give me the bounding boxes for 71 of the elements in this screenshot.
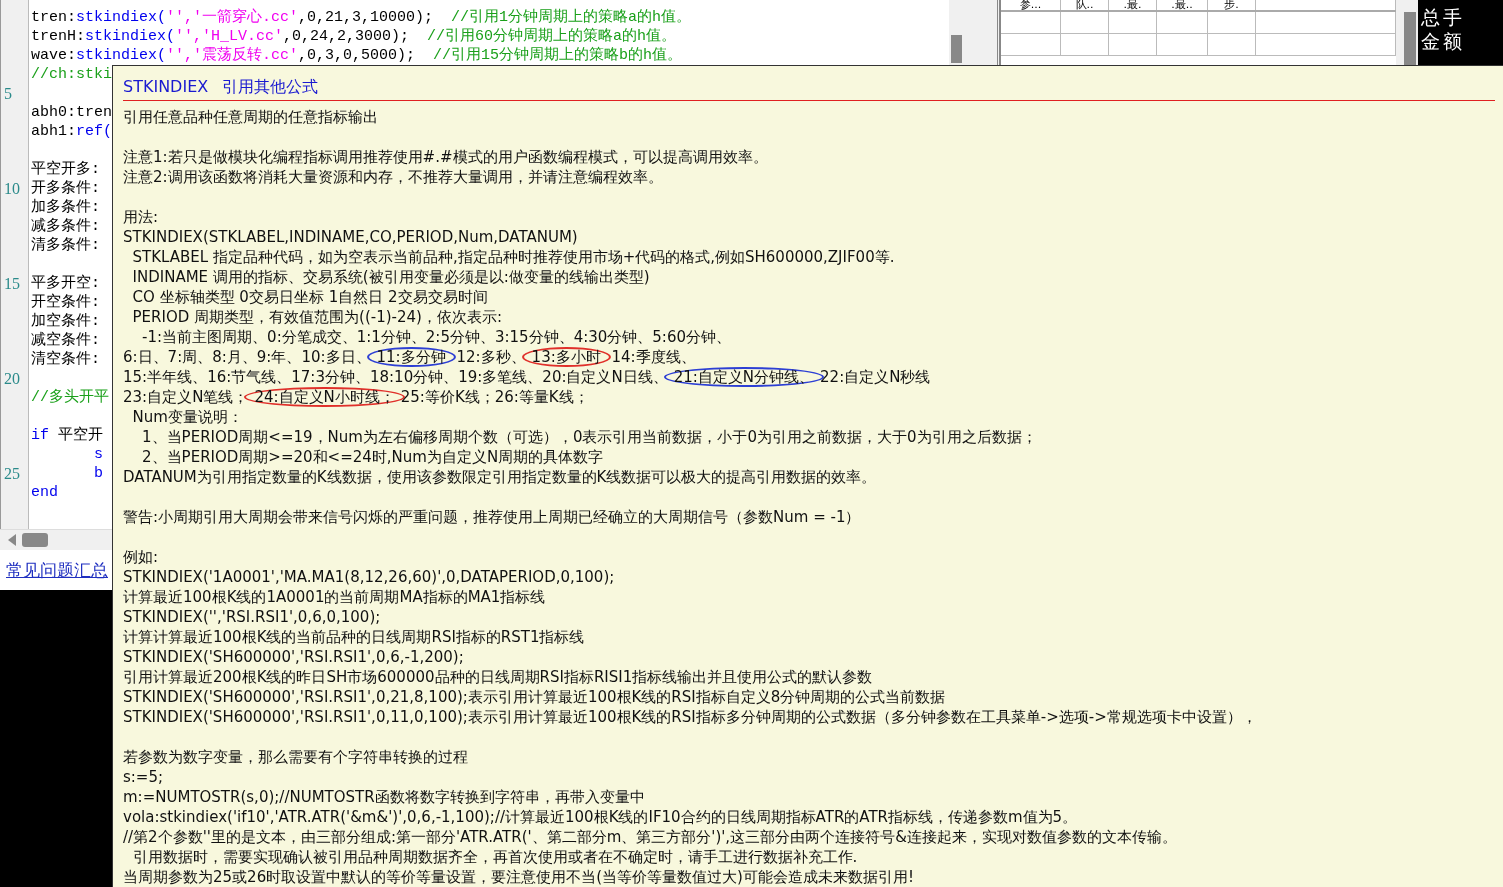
code-line: end <box>31 483 58 502</box>
code-line: 平多开空: <box>31 274 100 293</box>
help-text: 1、当PERIOD周期<=19，Num为左右偏移周期个数（可选），0表示引用当前数据，小于0为引用之前数据，大于0为引用之后数据； <box>141 427 1038 447</box>
help-text: 引用数据时，需要实现确认被引用品种周期数据齐全，再首次使用或者在不确定时，请手工进行数据补充工作. <box>131 847 859 867</box>
code-line: 减空条件: <box>31 331 100 350</box>
help-text: 15:半年线、16:节气线、17:3分钟、18:10分钟、19:多笔线、20:自定义N日线、 <box>123 368 668 386</box>
help-text: STKINDIEX('','RSI.RSI1',0,6,0,100); <box>123 607 382 627</box>
help-text: STKINDIEX('1A0001','MA.MA1(8,12,26,60)',0,DATAPERIOD,0,100); <box>123 567 616 587</box>
line-number: 20 <box>3 369 21 388</box>
scroll-thumb[interactable] <box>22 533 48 547</box>
code-line: s <box>93 445 103 464</box>
line-number: 25 <box>3 464 21 483</box>
help-text: -1:当前主图周期、0:分笔成交、1:1分钟、2:5分钟、3:15分钟、4:30分钟、5:60分钟、 <box>141 327 732 347</box>
help-text: vola:stkindiex('if10','ATR.ATR('&m&')',0,6,-1,100);//计算最近100根K线的IF10合约的日线周期指标ATR的ATR指标线，传递参数m值为5。 <box>123 807 1079 827</box>
code-line: b <box>93 464 103 483</box>
help-text: 当周期参数为25或26时取设置中默认的等价等量设置，要注意使用不当(当等价等量数值过大)可能会造成未来数据引用! <box>123 867 915 887</box>
help-text: 2、当PERIOD周期>=20和<=24时,Num为自定义N周期的具体数字 <box>141 447 605 467</box>
column-header: .最.. <box>1157 0 1208 10</box>
code-line: trenH:stkindiex('','H_LV.cc',0,24,2,3000); //引用60分钟周期上的策略a的h值。 <box>31 27 677 46</box>
code-line: 清空条件: <box>31 350 100 369</box>
help-text: 例如: <box>123 547 160 567</box>
code-line: wave:stkindiex('','震荡反转.cc',0,3,0,5000); //引用15分钟周期上的策略b的h值。 <box>31 46 683 65</box>
line-number: 15 <box>3 274 21 293</box>
help-text: 注意2:调用该函数将消耗大量资源和内存，不推荐大量调用，并请注意编程效率。 <box>123 167 664 187</box>
column-header: 队.. <box>1061 0 1109 10</box>
faq-link[interactable]: 常见问题汇总 <box>6 558 108 582</box>
help-text: INDINAME 调用的指标、交易系统(被引用变量必须是以:做变量的线输出类型) <box>131 267 651 287</box>
code-line: abh0:tren <box>31 103 112 122</box>
help-text: 引用任意品种任意周期的任意指标输出 <box>123 107 379 127</box>
code-line: if 平空开 <box>31 426 104 445</box>
code-line: 开多条件: <box>31 179 100 198</box>
function-name: STKINDIEX <box>123 76 209 98</box>
help-text: STKINDIEX(STKLABEL,INDINAME,CO,PERIOD,Num,DATANUM) <box>123 227 579 247</box>
code-line: 加多条件: <box>31 198 100 217</box>
help-text: 14:季度线、 <box>610 348 696 366</box>
code-line: 平空开多: <box>31 160 100 179</box>
code-line: 减多条件: <box>31 217 100 236</box>
help-text: //第2个参数''里的是文本，由三部分组成:第一部分'ATR.ATR('、第二部分m、第三方部分')',这三部分由两个连接符号&连接起来，实现对数值参数的文本传输。 <box>123 827 1178 847</box>
code-comment: //ch:stki <box>31 65 112 84</box>
panel-label: 总手 <box>1421 6 1466 30</box>
code-line: 开空条件: <box>31 293 100 312</box>
code-line: tren:stkindiex('','一箭穿心.cc',0,21,3,10000); //引用1分钟周期上的策略a的h值。 <box>31 8 692 27</box>
help-text: STKINDIEX('SH600000','RSI.RSI1',0,11,0,100);表示引用计算最近100根K线的RSI指标多分钟周期的公式数据（多分钟参数在工具菜单->选项->常规选项卡中设置）， <box>123 707 1258 727</box>
help-text: 用法: <box>123 207 160 227</box>
code-comment: //多头开平 <box>31 388 109 407</box>
help-text: 引用计算最近200根K线的昨日SH市场600000品种的日线周期RSI指标RISI1指标线输出并且使用公式的默认参数 <box>123 667 874 687</box>
code-line: 清多条件: <box>31 236 100 255</box>
help-text: s:=5; <box>123 767 165 787</box>
circled-text: 13:多小时 <box>521 347 611 367</box>
help-text: m:=NUMTOSTR(s,0);//NUMTOSTR函数将数字转换到字符串，再带入变量中 <box>123 787 646 807</box>
help-text: 注意1:若只是做模块化编程指标调用推荐使用#.#模式的用户函数编程模式，可以提高调用效率。 <box>123 147 769 167</box>
panel-label: 金额 <box>1421 30 1466 54</box>
help-text: PERIOD 周期类型，有效值范围为((-1)-24)，依次表示: <box>131 307 503 327</box>
help-text: 若参数为数字变量，那么需要有个字符串转换的过程 <box>123 747 469 767</box>
line-number: 10 <box>3 179 21 198</box>
help-text: CO 坐标轴类型 0交易日坐标 1自然日 2交易交易时间 <box>131 287 489 307</box>
help-text: 计算计算最近100根K线的当前品种的日线周期RSI指标的RST1指标线 <box>123 627 586 647</box>
circled-text: 11:多分钟 <box>366 347 456 367</box>
line-number: 5 <box>3 84 13 103</box>
code-line: abh1:ref( <box>31 122 113 141</box>
help-text: 警告:小周期引用大周期会带来信号闪烁的严重问题，推荐使用上周期已经确立的大周期信号（参数Num = -1） <box>123 507 862 527</box>
help-text: STKINDIEX('SH600000','RSI.RSI1',0,21,8,100);表示引用计算最近100根K线的RSI指标自定义8分钟周期的公式当前数据 <box>123 687 947 707</box>
help-text: STKINDIEX('SH600000','RSI.RSI1',0,6,-1,200); <box>123 647 465 667</box>
help-text: Num变量说明： <box>131 407 244 427</box>
help-text: 计算最近100根K线的1A0001的当前周期MA指标的MA1指标线 <box>123 587 547 607</box>
tooltip-title: 引用其他公式 <box>222 76 319 98</box>
help-text: STKLABEL 指定品种代码，如为空表示当前品种,指定品种时推荐使用市场+代码的格式,例如SH600000,ZJIF00等. <box>131 247 896 267</box>
help-text: DATANUM为引用指定数量的K线数据，使用该参数限定引用指定数量的K线数据可以极大的提高引用数据的效率。 <box>123 467 878 487</box>
help-text: 22:自定义N秒线 <box>820 368 931 386</box>
column-header: .最. <box>1109 0 1157 10</box>
code-line: 加空条件: <box>31 312 100 331</box>
